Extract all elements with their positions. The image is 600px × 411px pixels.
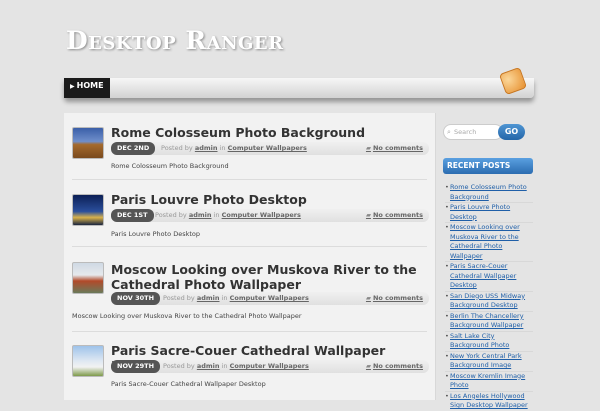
post-byline: Posted by admin in Computer Wallpapers: [163, 362, 309, 370]
post-meta: NOV 30TH Posted by admin in Computer Wal…: [111, 292, 429, 305]
list-item: Moscow Kremlin Image Photo: [445, 370, 533, 391]
recent-post-link[interactable]: Berlin The Chancellery Background Wallpa…: [450, 312, 524, 330]
post-title[interactable]: Moscow Looking over Muskova River to the…: [111, 262, 426, 292]
list-item: Los Angeles Hollywood Sign Desktop Wallp…: [445, 390, 533, 411]
divider: [72, 179, 427, 180]
list-item: Rome Colosseum Photo Background: [445, 183, 533, 202]
post-byline: Posted by admin in Computer Wallpapers: [161, 144, 307, 152]
category-link[interactable]: Computer Wallpapers: [228, 144, 307, 152]
recent-posts-heading: RECENT POSTS: [443, 158, 533, 174]
site-title[interactable]: Desktop Ranger: [66, 26, 284, 55]
main-nav: ▶ HOME: [64, 78, 534, 98]
recent-post-link[interactable]: Moscow Looking over Muskova River to the…: [450, 223, 520, 260]
divider: [72, 246, 427, 247]
post-byline: Posted by admin in Computer Wallpapers: [163, 294, 309, 302]
recent-post-link[interactable]: Salt Lake City Background Photo: [450, 332, 509, 350]
post-title[interactable]: Paris Louvre Photo Desktop: [111, 192, 426, 207]
comments-link[interactable]: ▰ No comments: [366, 142, 423, 155]
search-placeholder: Search: [454, 128, 477, 136]
recent-post-link[interactable]: San Diego USS Midway Background Desktop: [450, 292, 525, 310]
author-link[interactable]: admin: [197, 362, 220, 370]
date-badge: DEC 2ND: [111, 142, 156, 155]
recent-post-link[interactable]: Paris Sacre-Couer Cathedral Wallpaper De…: [450, 262, 516, 289]
nav-home-tab[interactable]: ▶ HOME: [64, 78, 110, 98]
post-list: Rome Colosseum Photo Background DEC 2ND …: [64, 113, 436, 400]
list-item: San Diego USS Midway Background Desktop: [445, 290, 533, 311]
date-badge: NOV 30TH: [111, 292, 161, 305]
list-item: Paris Sacre-Couer Cathedral Wallpaper De…: [445, 261, 533, 291]
post-thumbnail[interactable]: [72, 127, 104, 159]
post-thumbnail[interactable]: [72, 194, 104, 226]
comment-icon: ▰: [365, 362, 371, 370]
recent-posts-list: Rome Colosseum Photo Background Paris Lo…: [445, 183, 533, 411]
comments-link[interactable]: ▰ No comments: [366, 360, 423, 373]
post-thumbnail[interactable]: [72, 345, 104, 377]
author-link[interactable]: admin: [189, 211, 212, 219]
comment-icon: ▰: [365, 294, 371, 302]
post-meta: NOV 29TH Posted by admin in Computer Wal…: [111, 360, 429, 373]
category-link[interactable]: Computer Wallpapers: [230, 294, 309, 302]
recent-post-link[interactable]: Moscow Kremlin Image Photo: [450, 372, 525, 390]
recent-post-link[interactable]: Rome Colosseum Photo Background: [450, 183, 527, 201]
search-icon: ⌕: [447, 128, 451, 136]
post-title[interactable]: Rome Colosseum Photo Background: [111, 125, 426, 140]
post-meta: DEC 1ST Posted by admin in Computer Wall…: [111, 209, 429, 222]
comment-icon: ▰: [365, 211, 371, 219]
post-excerpt: Rome Colosseum Photo Background: [111, 162, 229, 170]
date-badge: NOV 29TH: [111, 360, 161, 373]
divider: [72, 331, 427, 332]
date-badge: DEC 1ST: [111, 209, 154, 222]
nav-home-label: HOME: [76, 81, 104, 90]
list-item: Moscow Looking over Muskova River to the…: [445, 222, 533, 261]
recent-post-link[interactable]: Paris Louvre Photo Desktop: [450, 203, 510, 221]
author-link[interactable]: admin: [195, 144, 218, 152]
arrow-right-icon: ▶: [70, 83, 75, 90]
author-link[interactable]: admin: [197, 294, 220, 302]
search-go-button[interactable]: GO: [498, 124, 525, 140]
comments-link[interactable]: ▰ No comments: [366, 292, 423, 305]
list-item: Paris Louvre Photo Desktop: [445, 202, 533, 222]
comment-icon: ▰: [365, 144, 371, 152]
comments-link[interactable]: ▰ No comments: [366, 209, 423, 222]
recent-post-link[interactable]: New York Central Park Background Image: [450, 352, 522, 370]
list-item: New York Central Park Background Image: [445, 350, 533, 371]
list-item: Salt Lake City Background Photo: [445, 330, 533, 351]
category-link[interactable]: Computer Wallpapers: [222, 211, 301, 219]
post-meta: DEC 2ND Posted by admin in Computer Wall…: [111, 142, 429, 155]
list-item: Berlin The Chancellery Background Wallpa…: [445, 310, 533, 331]
post-excerpt: Paris Sacre-Couer Cathedral Wallpaper De…: [111, 380, 266, 388]
post-excerpt: Moscow Looking over Muskova River to the…: [72, 312, 302, 320]
category-link[interactable]: Computer Wallpapers: [230, 362, 309, 370]
recent-post-link[interactable]: Los Angeles Hollywood Sign Desktop Wallp…: [450, 392, 528, 410]
post-byline: Posted by admin in Computer Wallpapers: [155, 211, 301, 219]
post-excerpt: Paris Louvre Photo Desktop: [111, 230, 201, 238]
search-input[interactable]: ⌕ Search: [443, 124, 503, 140]
post-thumbnail[interactable]: [72, 262, 104, 294]
